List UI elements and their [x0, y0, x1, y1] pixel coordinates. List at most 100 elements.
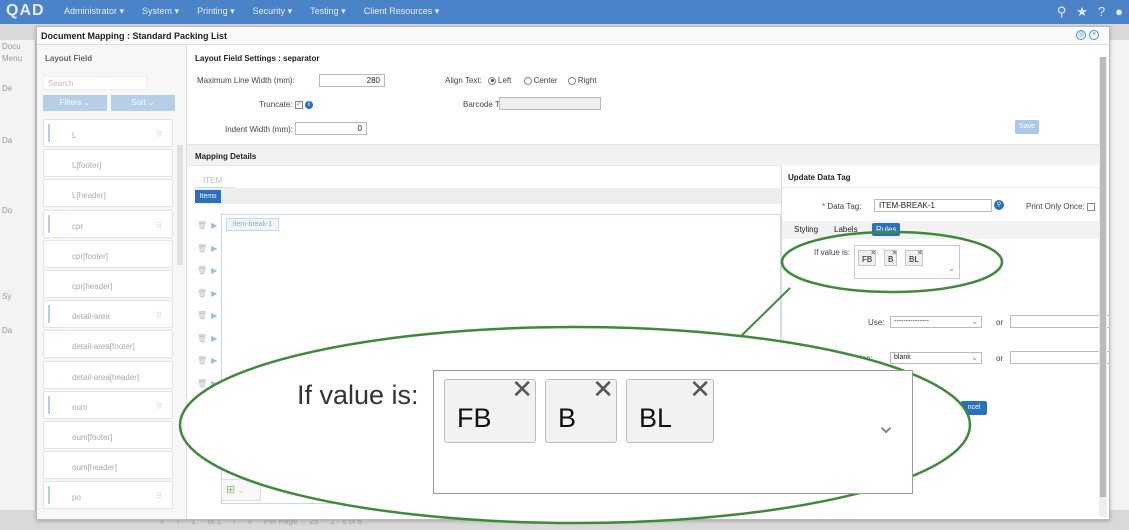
trash-icon[interactable]: 🗑	[197, 221, 207, 230]
if-value-multiselect[interactable]: FB ✕ B ✕ BL ✕ ⌄	[854, 245, 960, 279]
items-button[interactable]: Items	[195, 190, 221, 203]
drag-handle-icon[interactable]: ⠿	[156, 311, 162, 320]
modal-header: Document Mapping : Standard Packing List…	[37, 27, 1109, 45]
remove-chip-icon[interactable]: ✕	[917, 249, 923, 257]
search-icon[interactable]: ⚲	[1057, 4, 1067, 20]
expand-icon[interactable]: ▶	[211, 311, 217, 320]
tab-labels[interactable]: Labels	[834, 225, 858, 234]
list-item[interactable]: detail-area[footer]	[43, 330, 173, 359]
trash-icon[interactable]: 🗑	[197, 334, 207, 343]
sort-button[interactable]: Sort ⌄	[111, 95, 175, 111]
info-icon[interactable]: i	[304, 100, 313, 109]
bg-label: Da	[2, 136, 13, 145]
list-item[interactable]: oum[header]	[43, 451, 173, 480]
add-mapping-button[interactable]: ⊞ ⌄	[221, 479, 261, 501]
expand-icon[interactable]: ▶	[211, 356, 217, 365]
list-item[interactable]: oum[footer]	[43, 420, 173, 449]
modal-scrollbar[interactable]	[1099, 57, 1107, 517]
menu-printing[interactable]: Printing ▾	[197, 6, 235, 17]
trash-icon[interactable]: 🗑	[197, 311, 207, 320]
remove-chip-icon[interactable]: ✕	[870, 249, 876, 257]
drag-handle-icon[interactable]: ⠿	[156, 221, 162, 230]
layout-field-search-input[interactable]: Search	[43, 76, 147, 90]
user-icon[interactable]: ●	[1115, 4, 1123, 20]
sort-label: Sort	[131, 98, 146, 107]
trash-icon[interactable]: 🗑	[197, 356, 207, 365]
tab-item[interactable]: ITEM	[195, 172, 235, 188]
align-right-radio[interactable]	[567, 76, 576, 85]
divider	[782, 187, 1104, 188]
chevron-down-icon[interactable]: ⌄	[948, 264, 955, 273]
use-select[interactable]: --------------- ⌄	[890, 316, 982, 328]
list-item[interactable]: L[header]	[43, 179, 173, 208]
trash-icon[interactable]: 🗑	[197, 289, 207, 298]
list-item[interactable]: detail-area ⠿	[43, 300, 173, 329]
list-item[interactable]: cpr ⠿	[43, 209, 173, 238]
indent-width-input[interactable]: 0	[295, 122, 367, 135]
list-item[interactable]: po ⠿	[43, 481, 173, 510]
list-item-label: oum[footer]	[72, 432, 113, 442]
list-item-label: L[footer]	[72, 161, 102, 171]
list-item[interactable]: cpr[footer]	[43, 239, 173, 268]
menu-security[interactable]: Security ▾	[253, 6, 293, 17]
align-left-label: Left	[498, 76, 512, 85]
close-icon[interactable]: ×	[1089, 30, 1099, 40]
list-item[interactable]: L ⠿	[43, 119, 173, 147]
item-break-chip[interactable]: item-break-1	[226, 218, 280, 231]
print-only-once-checkbox[interactable]	[1086, 202, 1095, 211]
trash-icon[interactable]: 🗑	[197, 266, 207, 275]
drag-handle-icon[interactable]: ⠿	[156, 402, 162, 411]
list-item-label: detail-area	[72, 312, 110, 322]
trash-icon[interactable]: 🗑	[197, 244, 207, 253]
remove-chip-icon[interactable]: ✕	[891, 249, 897, 257]
barcode-type-select[interactable]	[499, 97, 601, 110]
menu-testing[interactable]: Testing ▾	[310, 6, 346, 17]
otherwise-custom-input[interactable]	[1010, 351, 1109, 364]
bg-label: Do	[2, 206, 13, 215]
star-icon[interactable]: ★	[1076, 4, 1088, 20]
zoom-if-value-multiselect: FB ✕ B ✕ BL ✕ ⌄	[433, 370, 913, 494]
expand-icon[interactable]: ▶	[211, 289, 217, 298]
expand-icon[interactable]: ▶	[211, 221, 217, 230]
align-center-radio[interactable]	[523, 76, 532, 85]
trash-icon[interactable]: 🗑	[197, 379, 207, 388]
expand-icon[interactable]: ▶	[211, 379, 217, 388]
drag-handle-icon[interactable]: ⠿	[156, 492, 162, 501]
otherwise-use-select[interactable]: blank ⌄	[890, 352, 982, 364]
menu-client-resources[interactable]: Client Resources ▾	[364, 6, 440, 17]
list-item[interactable]: oum ⠿	[43, 390, 173, 419]
max-line-width-input[interactable]: 280	[319, 74, 385, 87]
expand-icon[interactable]: ▶	[211, 334, 217, 343]
drag-handle-icon[interactable]: ⠿	[156, 130, 162, 139]
list-item-label: L[header]	[72, 191, 106, 201]
list-item[interactable]: cpr[header]	[43, 269, 173, 298]
menu-administrator[interactable]: Administrator ▾	[64, 6, 124, 17]
tab-rules[interactable]: Rules	[872, 223, 901, 236]
filters-button[interactable]: Filters ⌄	[43, 95, 107, 111]
list-item-label: L	[72, 131, 77, 140]
tab-styling[interactable]: Styling	[794, 225, 818, 234]
use-custom-input[interactable]	[1010, 315, 1109, 328]
search-icon[interactable]: ⚲	[994, 200, 1004, 210]
expand-icon[interactable]: ▶	[211, 266, 217, 275]
menu-system[interactable]: System ▾	[142, 6, 179, 17]
layout-field-scrollbar[interactable]	[177, 145, 183, 265]
app-topbar: QAD Administrator ▾ System ▾ Printing ▾ …	[0, 0, 1129, 24]
data-tag-input[interactable]: ITEM-BREAK-1	[874, 199, 992, 212]
truncate-checkbox[interactable]: ✓	[294, 100, 303, 109]
save-button[interactable]: Save	[1015, 120, 1039, 134]
align-left-radio[interactable]	[488, 76, 496, 85]
settings-icon[interactable]: ◎	[1076, 30, 1086, 40]
list-item[interactable]: detail-area[header]	[43, 360, 173, 389]
help-icon[interactable]: ?	[1098, 4, 1105, 20]
expand-icon[interactable]: ▶	[211, 244, 217, 253]
list-item-label: detail-area[footer]	[72, 342, 135, 352]
app-menu: Administrator ▾ System ▾ Printing ▾ Secu…	[64, 6, 439, 17]
cancel-button[interactable]: ncel	[961, 401, 987, 415]
value-chip-bl: BL ✕	[905, 250, 923, 266]
list-item[interactable]: L[footer]	[43, 149, 173, 178]
bg-label: Sy	[2, 292, 12, 301]
scrollbar-thumb[interactable]	[1100, 57, 1106, 497]
otherwise-use-label: Otherwise Use:	[818, 354, 873, 363]
list-item-label: oum	[72, 402, 88, 412]
